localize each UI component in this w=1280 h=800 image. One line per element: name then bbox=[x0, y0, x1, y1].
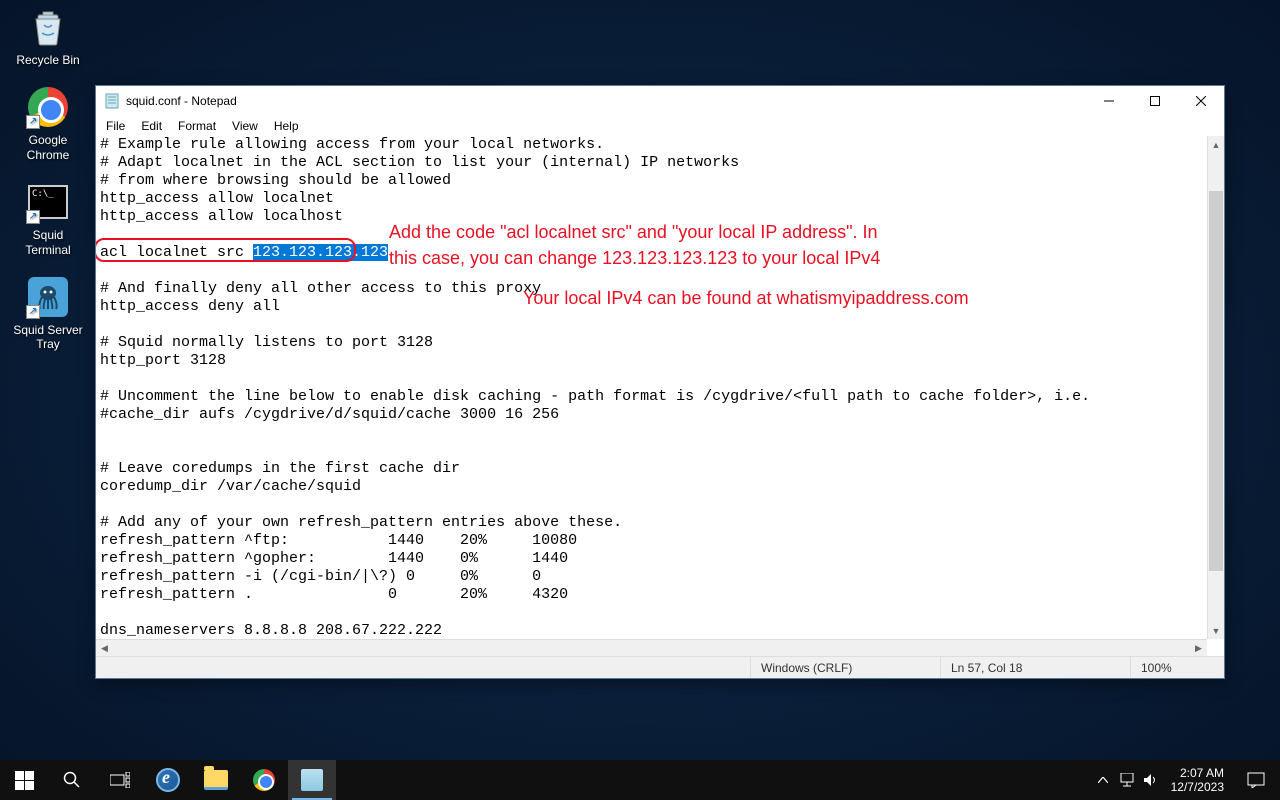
clock-date: 12/7/2023 bbox=[1171, 780, 1224, 794]
taskbar-app-explorer[interactable] bbox=[192, 760, 240, 800]
desktop-icons: Recycle Bin ↗ Google Chrome C:\_ ↗ Squid… bbox=[10, 5, 86, 370]
taskbar: 2:07 AM 12/7/2023 bbox=[0, 760, 1280, 800]
taskbar-app-edge[interactable] bbox=[144, 760, 192, 800]
horizontal-scrollbar[interactable]: ◀ ▶ bbox=[96, 639, 1207, 656]
window-controls bbox=[1086, 86, 1224, 116]
menu-help[interactable]: Help bbox=[266, 118, 307, 134]
desktop-icon-chrome[interactable]: ↗ Google Chrome bbox=[10, 85, 86, 162]
window-title: squid.conf - Notepad bbox=[126, 94, 1086, 108]
scroll-thumb[interactable] bbox=[1209, 191, 1223, 571]
search-icon bbox=[63, 771, 81, 789]
close-button[interactable] bbox=[1178, 86, 1224, 116]
squid-icon: ↗ bbox=[26, 275, 70, 319]
menu-file[interactable]: File bbox=[98, 118, 133, 134]
task-view-button[interactable] bbox=[96, 760, 144, 800]
desktop-icon-label: Squid Terminal bbox=[10, 228, 86, 257]
shortcut-arrow-icon: ↗ bbox=[26, 210, 40, 224]
tray-network-icon[interactable] bbox=[1115, 760, 1139, 800]
desktop-icon-label: Google Chrome bbox=[10, 133, 86, 162]
notification-icon bbox=[1247, 772, 1265, 788]
titlebar[interactable]: squid.conf - Notepad bbox=[96, 86, 1224, 116]
scroll-up-arrow-icon[interactable]: ▲ bbox=[1208, 136, 1224, 153]
recycle-bin-icon bbox=[26, 5, 70, 49]
terminal-icon: C:\_ ↗ bbox=[26, 180, 70, 224]
notepad-window: squid.conf - Notepad File Edit Format Vi… bbox=[95, 85, 1225, 679]
edge-icon bbox=[156, 768, 180, 792]
shortcut-arrow-icon: ↗ bbox=[26, 305, 40, 319]
search-button[interactable] bbox=[48, 760, 96, 800]
desktop-icon-squid-terminal[interactable]: C:\_ ↗ Squid Terminal bbox=[10, 180, 86, 257]
taskbar-app-notepad[interactable] bbox=[288, 760, 336, 800]
tray-chevron-up-icon[interactable] bbox=[1091, 760, 1115, 800]
scroll-right-arrow-icon[interactable]: ▶ bbox=[1190, 640, 1207, 656]
editor-area: # Example rule allowing access from your… bbox=[96, 136, 1224, 656]
taskbar-app-chrome[interactable] bbox=[240, 760, 288, 800]
vertical-scrollbar[interactable]: ▲ ▼ bbox=[1207, 136, 1224, 639]
status-position: Ln 57, Col 18 bbox=[940, 657, 1130, 678]
menu-edit[interactable]: Edit bbox=[133, 118, 170, 134]
tray-volume-icon[interactable] bbox=[1139, 760, 1163, 800]
desktop-icon-label: Squid Server Tray bbox=[10, 323, 86, 352]
desktop-icon-recycle-bin[interactable]: Recycle Bin bbox=[10, 5, 86, 67]
notepad-icon bbox=[104, 93, 120, 109]
windows-logo-icon bbox=[15, 771, 34, 790]
status-zoom: 100% bbox=[1130, 657, 1224, 678]
desktop-icon-label: Recycle Bin bbox=[16, 53, 79, 67]
scroll-down-arrow-icon[interactable]: ▼ bbox=[1208, 622, 1224, 639]
clock-time: 2:07 AM bbox=[1171, 766, 1224, 780]
taskbar-clock[interactable]: 2:07 AM 12/7/2023 bbox=[1163, 766, 1232, 795]
notifications-button[interactable] bbox=[1232, 760, 1280, 800]
chrome-icon bbox=[253, 769, 275, 791]
file-explorer-icon bbox=[204, 770, 228, 790]
chrome-icon: ↗ bbox=[26, 85, 70, 129]
menu-view[interactable]: View bbox=[224, 118, 266, 134]
maximize-button[interactable] bbox=[1132, 86, 1178, 116]
scroll-left-arrow-icon[interactable]: ◀ bbox=[96, 640, 113, 656]
start-button[interactable] bbox=[0, 760, 48, 800]
task-view-icon bbox=[110, 772, 130, 788]
editor-content[interactable]: # Example rule allowing access from your… bbox=[96, 136, 1207, 639]
minimize-button[interactable] bbox=[1086, 86, 1132, 116]
shortcut-arrow-icon: ↗ bbox=[26, 115, 40, 129]
desktop-icon-squid-server-tray[interactable]: ↗ Squid Server Tray bbox=[10, 275, 86, 352]
system-tray: 2:07 AM 12/7/2023 bbox=[1091, 760, 1280, 800]
statusbar: Windows (CRLF) Ln 57, Col 18 100% bbox=[96, 656, 1224, 678]
menu-format[interactable]: Format bbox=[170, 118, 224, 134]
menubar: File Edit Format View Help bbox=[96, 116, 1224, 136]
status-encoding: Windows (CRLF) bbox=[750, 657, 940, 678]
notepad-icon bbox=[301, 769, 323, 791]
